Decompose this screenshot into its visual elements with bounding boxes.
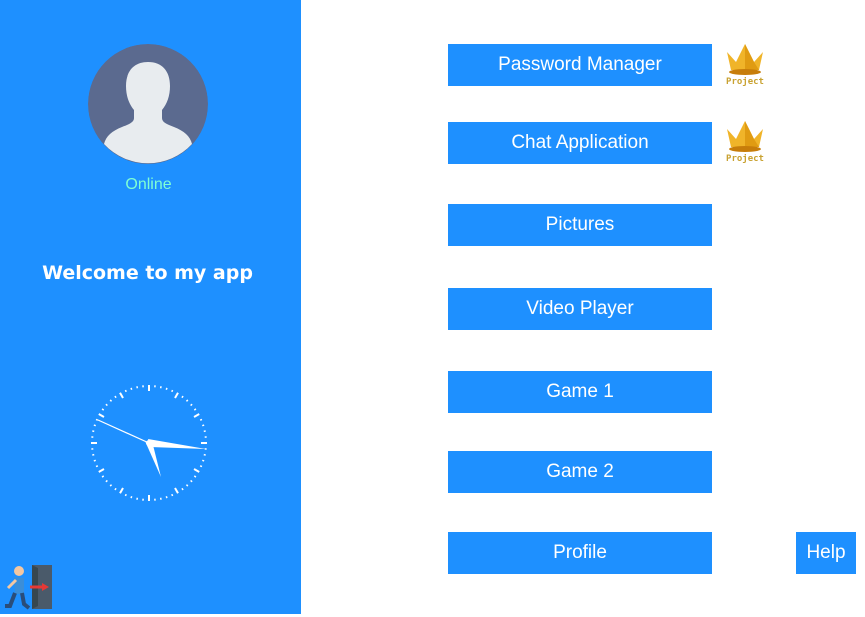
analog-clock-icon	[88, 382, 210, 504]
clock-tick	[200, 419, 202, 420]
help-button[interactable]: Help	[796, 532, 856, 574]
clock-tick	[131, 496, 132, 498]
clock-tick	[194, 409, 196, 410]
clock-tick	[96, 419, 98, 420]
clock-tick	[175, 488, 178, 493]
clock-tick	[106, 404, 107, 405]
clock-tick	[125, 494, 126, 496]
clock-tick	[191, 404, 192, 405]
project-badge: Project	[722, 42, 768, 88]
clock-tick	[166, 496, 167, 498]
clock-tick	[110, 485, 111, 486]
game-2-button[interactable]: Game 2	[448, 451, 712, 493]
clock-tick	[182, 488, 183, 490]
game-1-button[interactable]: Game 1	[448, 371, 712, 413]
clock-tick	[194, 476, 196, 477]
clock-tick	[120, 393, 123, 398]
clock-tick	[106, 480, 107, 481]
password-manager-button[interactable]: Password Manager	[448, 44, 712, 86]
clock-tick	[96, 466, 98, 467]
clock-tick	[131, 388, 132, 390]
badge-label: Project	[722, 154, 768, 164]
welcome-heading: Welcome to my app	[0, 262, 295, 284]
clock-tick	[191, 480, 192, 481]
chat-application-button[interactable]: Chat Application	[448, 122, 712, 164]
clock-tick	[202, 460, 204, 461]
crown-icon	[725, 42, 765, 76]
clock-tick	[102, 476, 104, 477]
clock-tick	[202, 425, 204, 426]
clock-tick	[115, 396, 116, 398]
clock-tick	[194, 469, 199, 472]
exit-icon[interactable]	[2, 562, 54, 612]
clock-tick	[182, 396, 183, 398]
clock-tick	[94, 460, 96, 461]
user-silhouette-icon	[88, 44, 208, 164]
sidebar: Online Welcome to my app	[0, 0, 301, 614]
clock-tick	[99, 414, 104, 417]
clock-tick	[125, 390, 126, 392]
clock-tick	[172, 390, 173, 392]
video-player-button[interactable]: Video Player	[448, 288, 712, 330]
clock-tick	[172, 494, 173, 496]
clock-tick	[120, 488, 123, 493]
profile-button[interactable]: Profile	[448, 532, 712, 574]
clock-tick	[186, 400, 187, 401]
clock-tick	[175, 393, 178, 398]
clock-tick	[94, 425, 96, 426]
project-badge: Project	[722, 119, 768, 165]
clock-tick	[166, 388, 167, 390]
clock-tick	[102, 409, 104, 410]
badge-label: Project	[722, 77, 768, 87]
clock-tick	[194, 414, 199, 417]
clock-tick	[110, 400, 111, 401]
clock-tick	[200, 466, 202, 467]
pictures-button[interactable]: Pictures	[448, 204, 712, 246]
clock-tick	[186, 485, 187, 486]
crown-icon	[725, 119, 765, 153]
status-label: Online	[0, 176, 297, 194]
clock-tick	[115, 488, 116, 490]
clock-tick	[99, 469, 104, 472]
avatar	[88, 44, 208, 164]
